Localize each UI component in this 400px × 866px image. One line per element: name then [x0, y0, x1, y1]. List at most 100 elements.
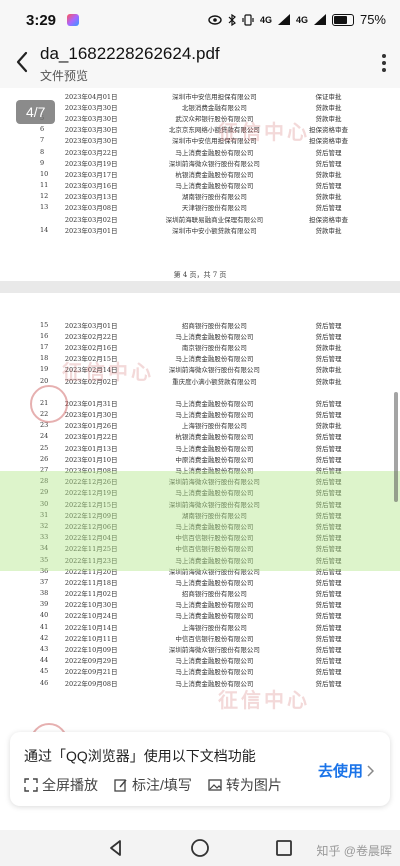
feature-label: 转为图片	[225, 777, 282, 793]
row-date: 2022年12月15日	[64, 500, 118, 509]
row-organization: 深圳市中安信用担保有限公司	[172, 137, 257, 146]
table-row: 26 2023年01月10日 中原消费金融股份有限公司 贷后管理	[40, 453, 370, 464]
row-index	[40, 213, 65, 224]
row-organization: 深圳前海微众银行股份有限公司	[168, 567, 260, 576]
row-index: 14	[40, 225, 49, 234]
row-date: 2022年11月25日	[64, 545, 118, 554]
row-organization: 马上消费金融股份有限公司	[175, 489, 254, 498]
more-dot-icon	[382, 54, 386, 58]
file-subtitle: 文件预览	[40, 69, 89, 83]
row-query-reason: 贷后管理	[315, 601, 342, 610]
more-dot-icon	[382, 61, 386, 65]
row-organization: 天津银行股份有限公司	[181, 204, 247, 213]
row-organization: 中信百信银行股份有限公司	[175, 545, 254, 554]
row-query-reason: 贷后管理	[315, 148, 342, 157]
row-organization: 武汉众邦银行股份有限公司	[175, 114, 254, 123]
open-in-browser-card: 通过「QQ浏览器」使用以下文档功能 全屏播放 标注/填写 转为图片 去使用	[10, 732, 390, 806]
row-index: 38	[40, 589, 49, 598]
table-row: 42 2022年10月11日 中信百信银行股份有限公司 贷后管理	[40, 632, 370, 643]
table-row: 13 2023年03月08日 天津银行股份有限公司 贷后管理	[40, 202, 370, 213]
table-row: 35 2022年11月23日 马上消费金融股份有限公司 贷后管理	[40, 554, 370, 565]
row-query-reason: 贷款审批	[315, 366, 342, 375]
row-organization: 北京京东网络小额贷款有限公司	[168, 126, 260, 135]
row-date: 2023年01月31日	[64, 399, 118, 408]
row-query-reason: 贷后管理	[315, 578, 342, 587]
row-organization: 深圳前海微众银行股份有限公司	[168, 478, 260, 487]
row-date: 2022年10月14日	[64, 623, 118, 632]
status-icons: 4G 4G 75%	[208, 12, 386, 27]
row-index: 29	[40, 488, 49, 497]
row-index: 44	[40, 656, 49, 665]
feature-annotate[interactable]: 标注/填写	[114, 775, 192, 795]
seal-watermark	[30, 385, 68, 423]
row-index: 37	[40, 577, 49, 586]
table-row: 27 2023年01月08日 马上消费金融股份有限公司 贷后管理	[40, 464, 370, 475]
row-query-reason: 贷后管理	[315, 511, 342, 520]
row-query-reason: 贷后管理	[315, 204, 342, 213]
row-organization: 马上消费金融股份有限公司	[175, 657, 254, 666]
table-row: 46 2022年09月08日 马上消费金融股份有限公司 贷后管理	[40, 677, 370, 688]
row-date: 2022年12月19日	[64, 489, 118, 498]
go-use-button[interactable]: 去使用	[318, 760, 374, 781]
feature-to-image[interactable]: 转为图片	[208, 775, 282, 795]
row-date: 2023年01月26日	[64, 422, 118, 431]
nav-back-button[interactable]	[104, 836, 128, 860]
row-index: 39	[40, 600, 49, 609]
circle-home-icon	[191, 839, 209, 857]
row-query-reason: 贷后管理	[315, 411, 342, 420]
row-organization: 深圳市中安信用担保有限公司	[172, 92, 257, 101]
row-index: 7	[40, 136, 45, 145]
row-query-reason: 贷后管理	[315, 679, 342, 688]
row-date: 2022年09月21日	[64, 668, 118, 677]
row-index: 24	[40, 432, 49, 441]
row-index: 43	[40, 645, 49, 654]
row-date: 2023年03月13日	[64, 193, 118, 202]
row-query-reason: 贷后管理	[315, 433, 342, 442]
row-organization: 马上消费金融股份有限公司	[175, 668, 254, 677]
table-row: 39 2022年10月30日 马上消费金融股份有限公司 贷后管理	[40, 599, 370, 610]
table-row: 14 2023年03月01日 深圳市中安小额贷款有限公司 贷款审批	[40, 224, 370, 235]
table-row: 43 2022年10月09日 深圳前海微众银行股份有限公司 贷后管理	[40, 643, 370, 654]
row-date: 2023年01月22日	[64, 433, 118, 442]
row-date: 2023年03月30日	[64, 114, 118, 123]
row-organization: 杭银消费金融股份有限公司	[175, 433, 254, 442]
system-nav-bar: 知乎 @卷晨晖	[0, 830, 400, 866]
table-row: 23 2023年01月26日 上海银行股份有限公司 贷款审批	[40, 420, 370, 431]
row-index: 9	[40, 158, 45, 167]
more-menu-button[interactable]	[382, 54, 386, 72]
row-date: 2023年03月01日	[64, 226, 118, 235]
scroll-handle[interactable]	[394, 392, 398, 502]
table-row: 15 2023年03月01日 招商银行股份有限公司 贷后管理	[40, 319, 370, 330]
row-date: 2022年10月09日	[64, 646, 118, 655]
row-query-reason: 贷后管理	[315, 634, 342, 643]
row-index: 6	[40, 125, 45, 134]
prompt-message: 通过「QQ浏览器」使用以下文档功能	[24, 748, 256, 764]
row-organization: 深圳前海微众银行股份有限公司	[168, 646, 260, 655]
table-row: 52023年03月30日武汉众邦银行股份有限公司贷款审批	[40, 112, 370, 123]
document-viewer[interactable]: 2023年04月01日 深圳市中安信用担保有限公司 保证审批 2023年03月30日北…	[0, 88, 400, 830]
row-organization: 湖南银行股份有限公司	[181, 511, 247, 520]
row-date: 2022年11月18日	[64, 578, 118, 587]
row-date: 2023年03月01日	[64, 321, 118, 330]
row-date: 2023年03月17日	[64, 170, 118, 179]
row-date: 2023年03月30日	[64, 137, 118, 146]
row-organization: 马上消费金融股份有限公司	[175, 556, 254, 565]
row-organization: 上海银行股份有限公司	[181, 422, 247, 431]
back-button[interactable]	[8, 48, 36, 76]
nav-recents-button[interactable]	[272, 836, 296, 860]
row-query-reason: 贷后管理	[315, 646, 342, 655]
status-bar: 3:29 4G 4G 75%	[0, 0, 400, 40]
row-organization: 深圳前海微众银行股份有限公司	[168, 159, 260, 168]
row-query-reason: 贷后管理	[315, 455, 342, 464]
row-organization: 马上消费金融股份有限公司	[175, 411, 254, 420]
row-query-reason: 贷后管理	[315, 399, 342, 408]
page-footer: 第 4 页，共 7 页	[173, 271, 227, 279]
table-row: 24 2023年01月22日 杭银消费金融股份有限公司 贷后管理	[40, 431, 370, 442]
nav-home-button[interactable]	[188, 836, 212, 860]
table-row: 10 2023年03月17日 杭银消费金融股份有限公司 贷款审批	[40, 168, 370, 179]
row-date: 2023年02月22日	[64, 332, 118, 341]
feature-fullscreen[interactable]: 全屏播放	[24, 775, 98, 795]
row-date: 2022年09月29日	[64, 657, 118, 666]
row-query-reason: 贷款审批	[315, 114, 342, 123]
row-organization: 马上消费金融股份有限公司	[175, 399, 254, 408]
